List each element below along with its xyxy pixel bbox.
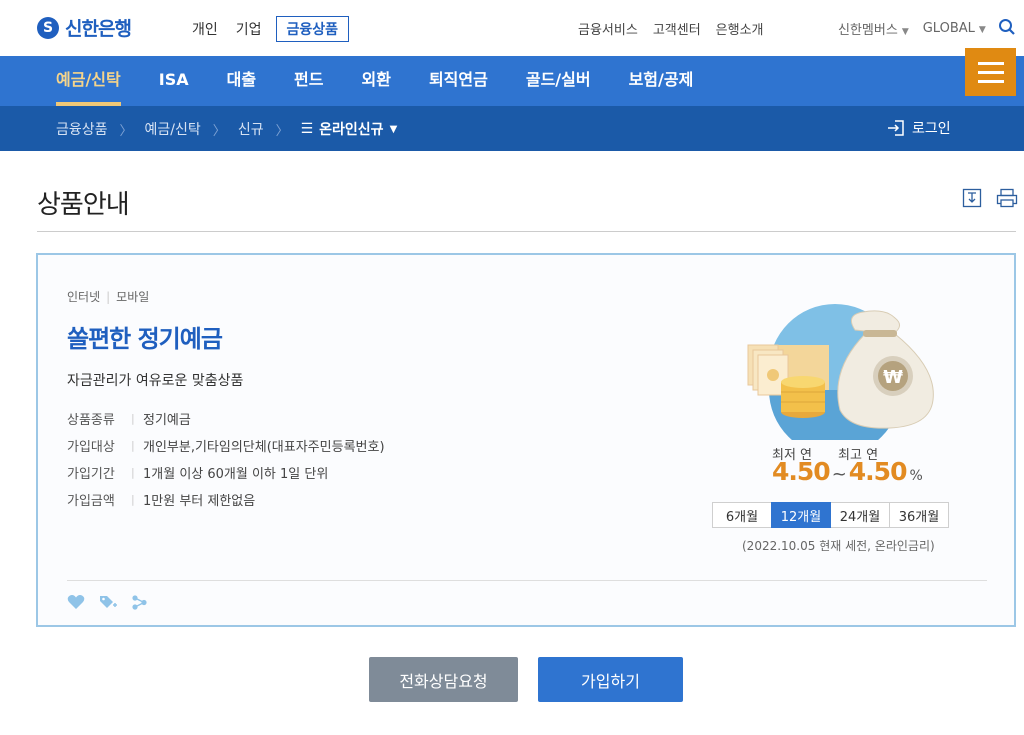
utility-nav: 금융서비스 고객센터 은행소개 xyxy=(578,19,764,38)
rate-separator: ~ xyxy=(831,464,847,485)
util-financial-services[interactable]: 금융서비스 xyxy=(578,19,638,38)
rate-max-value: 4.50 xyxy=(848,457,908,486)
spec-label: 가입금액 xyxy=(67,494,115,509)
channel-internet: 인터넷 xyxy=(67,290,101,304)
spec-divider: | xyxy=(131,466,135,479)
logo-mark-icon: S xyxy=(37,16,59,39)
chevron-down-icon: ▼ xyxy=(978,25,986,35)
interest-rates: 4.50 ~ 4.50 % xyxy=(772,457,923,486)
menu-loan[interactable]: 대출 xyxy=(227,56,256,106)
spec-divider: | xyxy=(131,412,135,425)
util-about-bank[interactable]: 은행소개 xyxy=(716,19,764,38)
breadcrumb: 금융상품 〉 예금/신탁 〉 신규 〉 ☰ 온라인신규 ▼ xyxy=(56,119,397,139)
tag-add-icon[interactable] xyxy=(99,594,117,610)
global-label: GLOBAL xyxy=(922,21,975,36)
spec-value: 정기예금 xyxy=(143,413,191,428)
menu-insurance[interactable]: 보험/공제 xyxy=(629,56,694,106)
main-menu-items: 예금/신탁 ISA 대출 펀드 외환 퇴직연금 골드/실버 보험/공제 xyxy=(56,56,731,106)
breadcrumb-current-dropdown[interactable]: ☰ 온라인신규 ▼ xyxy=(301,119,398,139)
rate-unit: % xyxy=(909,468,923,484)
money-bag-illustration: ₩ xyxy=(747,304,934,440)
spec-row: 가입금액 | 1만원 부터 제한없음 xyxy=(67,486,385,513)
search-icon[interactable] xyxy=(998,18,1016,36)
card-action-icons xyxy=(67,594,147,610)
global-dropdown[interactable]: GLOBAL ▼ xyxy=(923,21,986,36)
channel-divider: | xyxy=(106,289,111,304)
breadcrumb-deposit[interactable]: 예금/신탁 xyxy=(145,119,201,139)
download-icon[interactable] xyxy=(962,188,982,208)
tab-12-months[interactable]: 12개월 xyxy=(771,502,831,528)
spec-value: 1개월 이상 60개월 이하 1일 단위 xyxy=(143,467,329,482)
top-nav-corporate[interactable]: 기업 xyxy=(232,17,266,41)
menu-deposit-trust[interactable]: 예금/신탁 xyxy=(56,56,121,106)
spec-divider: | xyxy=(131,493,135,506)
page-title: 상품안내 xyxy=(37,190,130,220)
caret-down-icon: ▼ xyxy=(389,123,398,135)
share-icon[interactable] xyxy=(131,594,147,610)
tab-6-months[interactable]: 6개월 xyxy=(712,502,772,528)
tab-36-months[interactable]: 36개월 xyxy=(889,502,949,528)
util-customer-center[interactable]: 고객센터 xyxy=(653,19,701,38)
product-description: 자금관리가 여유로운 맞춤상품 xyxy=(67,373,244,389)
print-icon[interactable] xyxy=(996,188,1018,208)
breadcrumb-current-label: 온라인신규 xyxy=(319,122,384,138)
product-name[interactable]: 쏠편한 정기예금 xyxy=(67,319,223,354)
title-tools xyxy=(962,188,1018,208)
spec-divider: | xyxy=(131,439,135,452)
top-bar: S 신한은행 개인 기업 금융상품 금융서비스 고객센터 은행소개 신한멤버스 ▼… xyxy=(0,0,1024,56)
main-menu-bar: 예금/신탁 ISA 대출 펀드 외환 퇴직연금 골드/실버 보험/공제 xyxy=(0,56,1024,106)
menu-pension[interactable]: 퇴직연금 xyxy=(429,56,488,106)
phone-consult-button[interactable]: 전화상담요청 xyxy=(369,657,518,702)
chevron-right-icon: 〉 xyxy=(119,123,133,139)
spec-value: 1만원 부터 제한없음 xyxy=(143,494,256,509)
members-label: 신한멤버스 xyxy=(838,23,898,38)
rate-note: (2022.10.05 현재 세전, 온라인금리) xyxy=(742,539,935,553)
menu-forex[interactable]: 외환 xyxy=(362,56,391,106)
breadcrumb-products[interactable]: 금융상품 xyxy=(56,119,108,139)
chevron-down-icon: ▼ xyxy=(901,27,909,37)
login-label: 로그인 xyxy=(912,121,951,137)
spec-value: 개인부분,기타임의단체(대표자주민등록번호) xyxy=(143,440,385,455)
period-tabs: 6개월 12개월 24개월 36개월 xyxy=(712,502,949,528)
logo-text: 신한은행 xyxy=(65,18,132,40)
bank-logo[interactable]: S 신한은행 xyxy=(37,14,132,41)
join-button[interactable]: 가입하기 xyxy=(538,657,683,702)
spec-row: 가입기간 | 1개월 이상 60개월 이하 1일 단위 xyxy=(67,459,385,486)
hamburger-menu-icon[interactable] xyxy=(965,48,1016,96)
top-nav: 개인 기업 금융상품 xyxy=(188,16,350,42)
svg-text:₩: ₩ xyxy=(883,367,903,388)
login-icon xyxy=(888,120,904,136)
spec-row: 상품종류 | 정기예금 xyxy=(67,405,385,432)
card-divider xyxy=(67,580,987,581)
list-icon: ☰ xyxy=(300,121,314,137)
channel-tags: 인터넷 | 모바일 xyxy=(67,288,149,305)
chevron-right-icon: 〉 xyxy=(275,123,289,139)
spec-label: 가입기간 xyxy=(67,467,115,482)
chevron-right-icon: 〉 xyxy=(212,123,226,139)
channel-mobile: 모바일 xyxy=(116,290,150,304)
spec-label: 상품종류 xyxy=(67,413,115,428)
title-divider xyxy=(37,231,1016,232)
members-dropdown[interactable]: 신한멤버스 ▼ xyxy=(838,19,909,38)
heart-icon[interactable] xyxy=(67,594,85,610)
top-nav-products[interactable]: 금융상품 xyxy=(275,16,350,42)
product-card: 인터넷 | 모바일 쏠편한 정기예금 자금관리가 여유로운 맞춤상품 상품종류 … xyxy=(36,253,1016,627)
login-button[interactable]: 로그인 xyxy=(886,118,951,138)
top-nav-personal[interactable]: 개인 xyxy=(188,17,222,41)
menu-fund[interactable]: 펀드 xyxy=(294,56,323,106)
product-spec-list: 상품종류 | 정기예금 가입대상 | 개인부분,기타임의단체(대표자주민등록번호… xyxy=(67,405,385,513)
breadcrumb-new[interactable]: 신규 xyxy=(238,119,264,139)
breadcrumb-bar: 금융상품 〉 예금/신탁 〉 신규 〉 ☰ 온라인신규 ▼ 로그인 xyxy=(0,106,1024,151)
spec-row: 가입대상 | 개인부분,기타임의단체(대표자주민등록번호) xyxy=(67,432,385,459)
tab-24-months[interactable]: 24개월 xyxy=(830,502,890,528)
menu-gold-silver[interactable]: 골드/실버 xyxy=(526,56,591,106)
menu-isa[interactable]: ISA xyxy=(159,56,189,106)
rate-min-value: 4.50 xyxy=(772,457,831,486)
utility-right: 신한멤버스 ▼ GLOBAL ▼ xyxy=(838,19,986,38)
spec-label: 가입대상 xyxy=(67,440,115,455)
